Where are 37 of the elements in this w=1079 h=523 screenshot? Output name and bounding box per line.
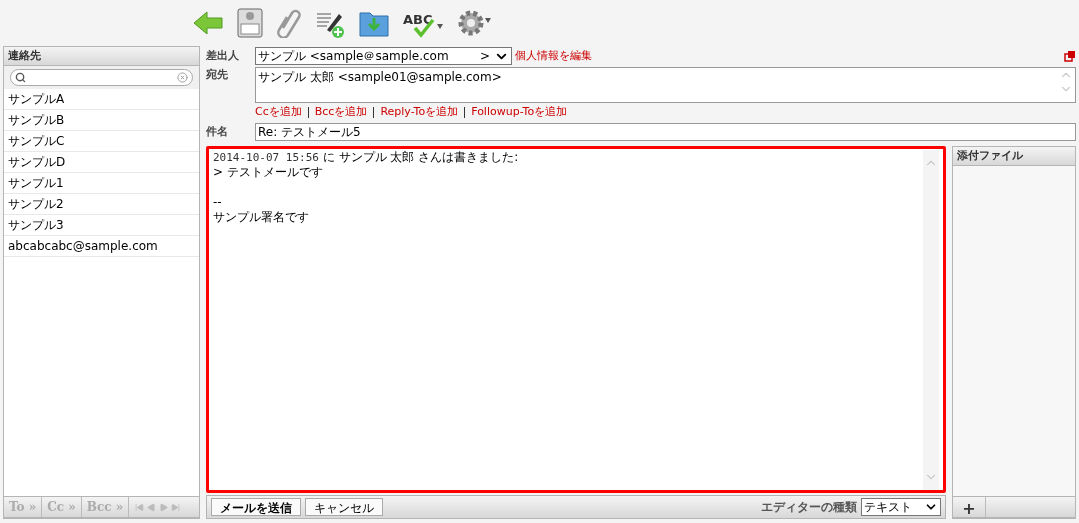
spellcheck-label[interactable]: ABC [403,10,433,30]
dropdown-caret-icon[interactable] [437,24,443,29]
paperclip-icon[interactable] [277,8,301,38]
body-line: > テストメールです [213,165,324,180]
editor-type-label: エディターの種類 [761,499,857,516]
cancel-button[interactable]: キャンセル [305,498,383,516]
gear-icon[interactable] [457,9,485,37]
field-label: 件名 [206,123,229,140]
last-page-icon[interactable] [171,502,181,512]
send-button[interactable]: メールを送信 [211,498,301,516]
panel-header: 連絡先 [4,47,199,66]
field-label: 差出人 [206,47,240,64]
sender-select[interactable]: サンプル <sample＠sample.com > [255,47,512,65]
subject-field[interactable]: Re: テストメール5 [255,123,1076,141]
previous-page-icon[interactable] [147,502,157,512]
popout-icon[interactable] [1064,50,1076,62]
editor-type-select[interactable]: テキスト [861,498,941,516]
dropdown-caret-icon[interactable] [485,18,491,23]
back-arrow-icon[interactable] [193,10,223,36]
body-line: -- [213,195,223,210]
message-body-field[interactable]: 2014-10-07 15:56 に サンプル 太郎 さんは書きました: > テストメールです -- サンプル署名です [206,146,946,493]
panel-header: 添付ファイル [953,147,1075,166]
add-field-link[interactable]: Followup-Toを追加 [471,104,568,121]
search-field[interactable] [10,69,193,86]
clear-icon[interactable] [177,72,188,83]
recipient-field[interactable]: サンプル 太郎 <sample01@sample.com> [255,67,1076,103]
add-field-link[interactable]: Ccを追加 [255,104,302,121]
folder-download-icon[interactable] [359,9,389,37]
add-field-link[interactable]: Bccを追加 [314,104,368,121]
first-page-icon[interactable] [135,502,145,512]
edit-profile-link[interactable]: 個人情報を編集 [515,47,592,65]
body-line: サンプル署名です [213,210,310,225]
add-field-link[interactable]: Reply-Toを追加 [380,104,459,121]
quote-header: 2014-10-07 15:56 に サンプル 太郎 さんは書きました: [213,150,520,165]
next-page-icon[interactable] [159,502,169,512]
search-icon [15,72,26,83]
field-label: 宛先 [206,67,229,83]
